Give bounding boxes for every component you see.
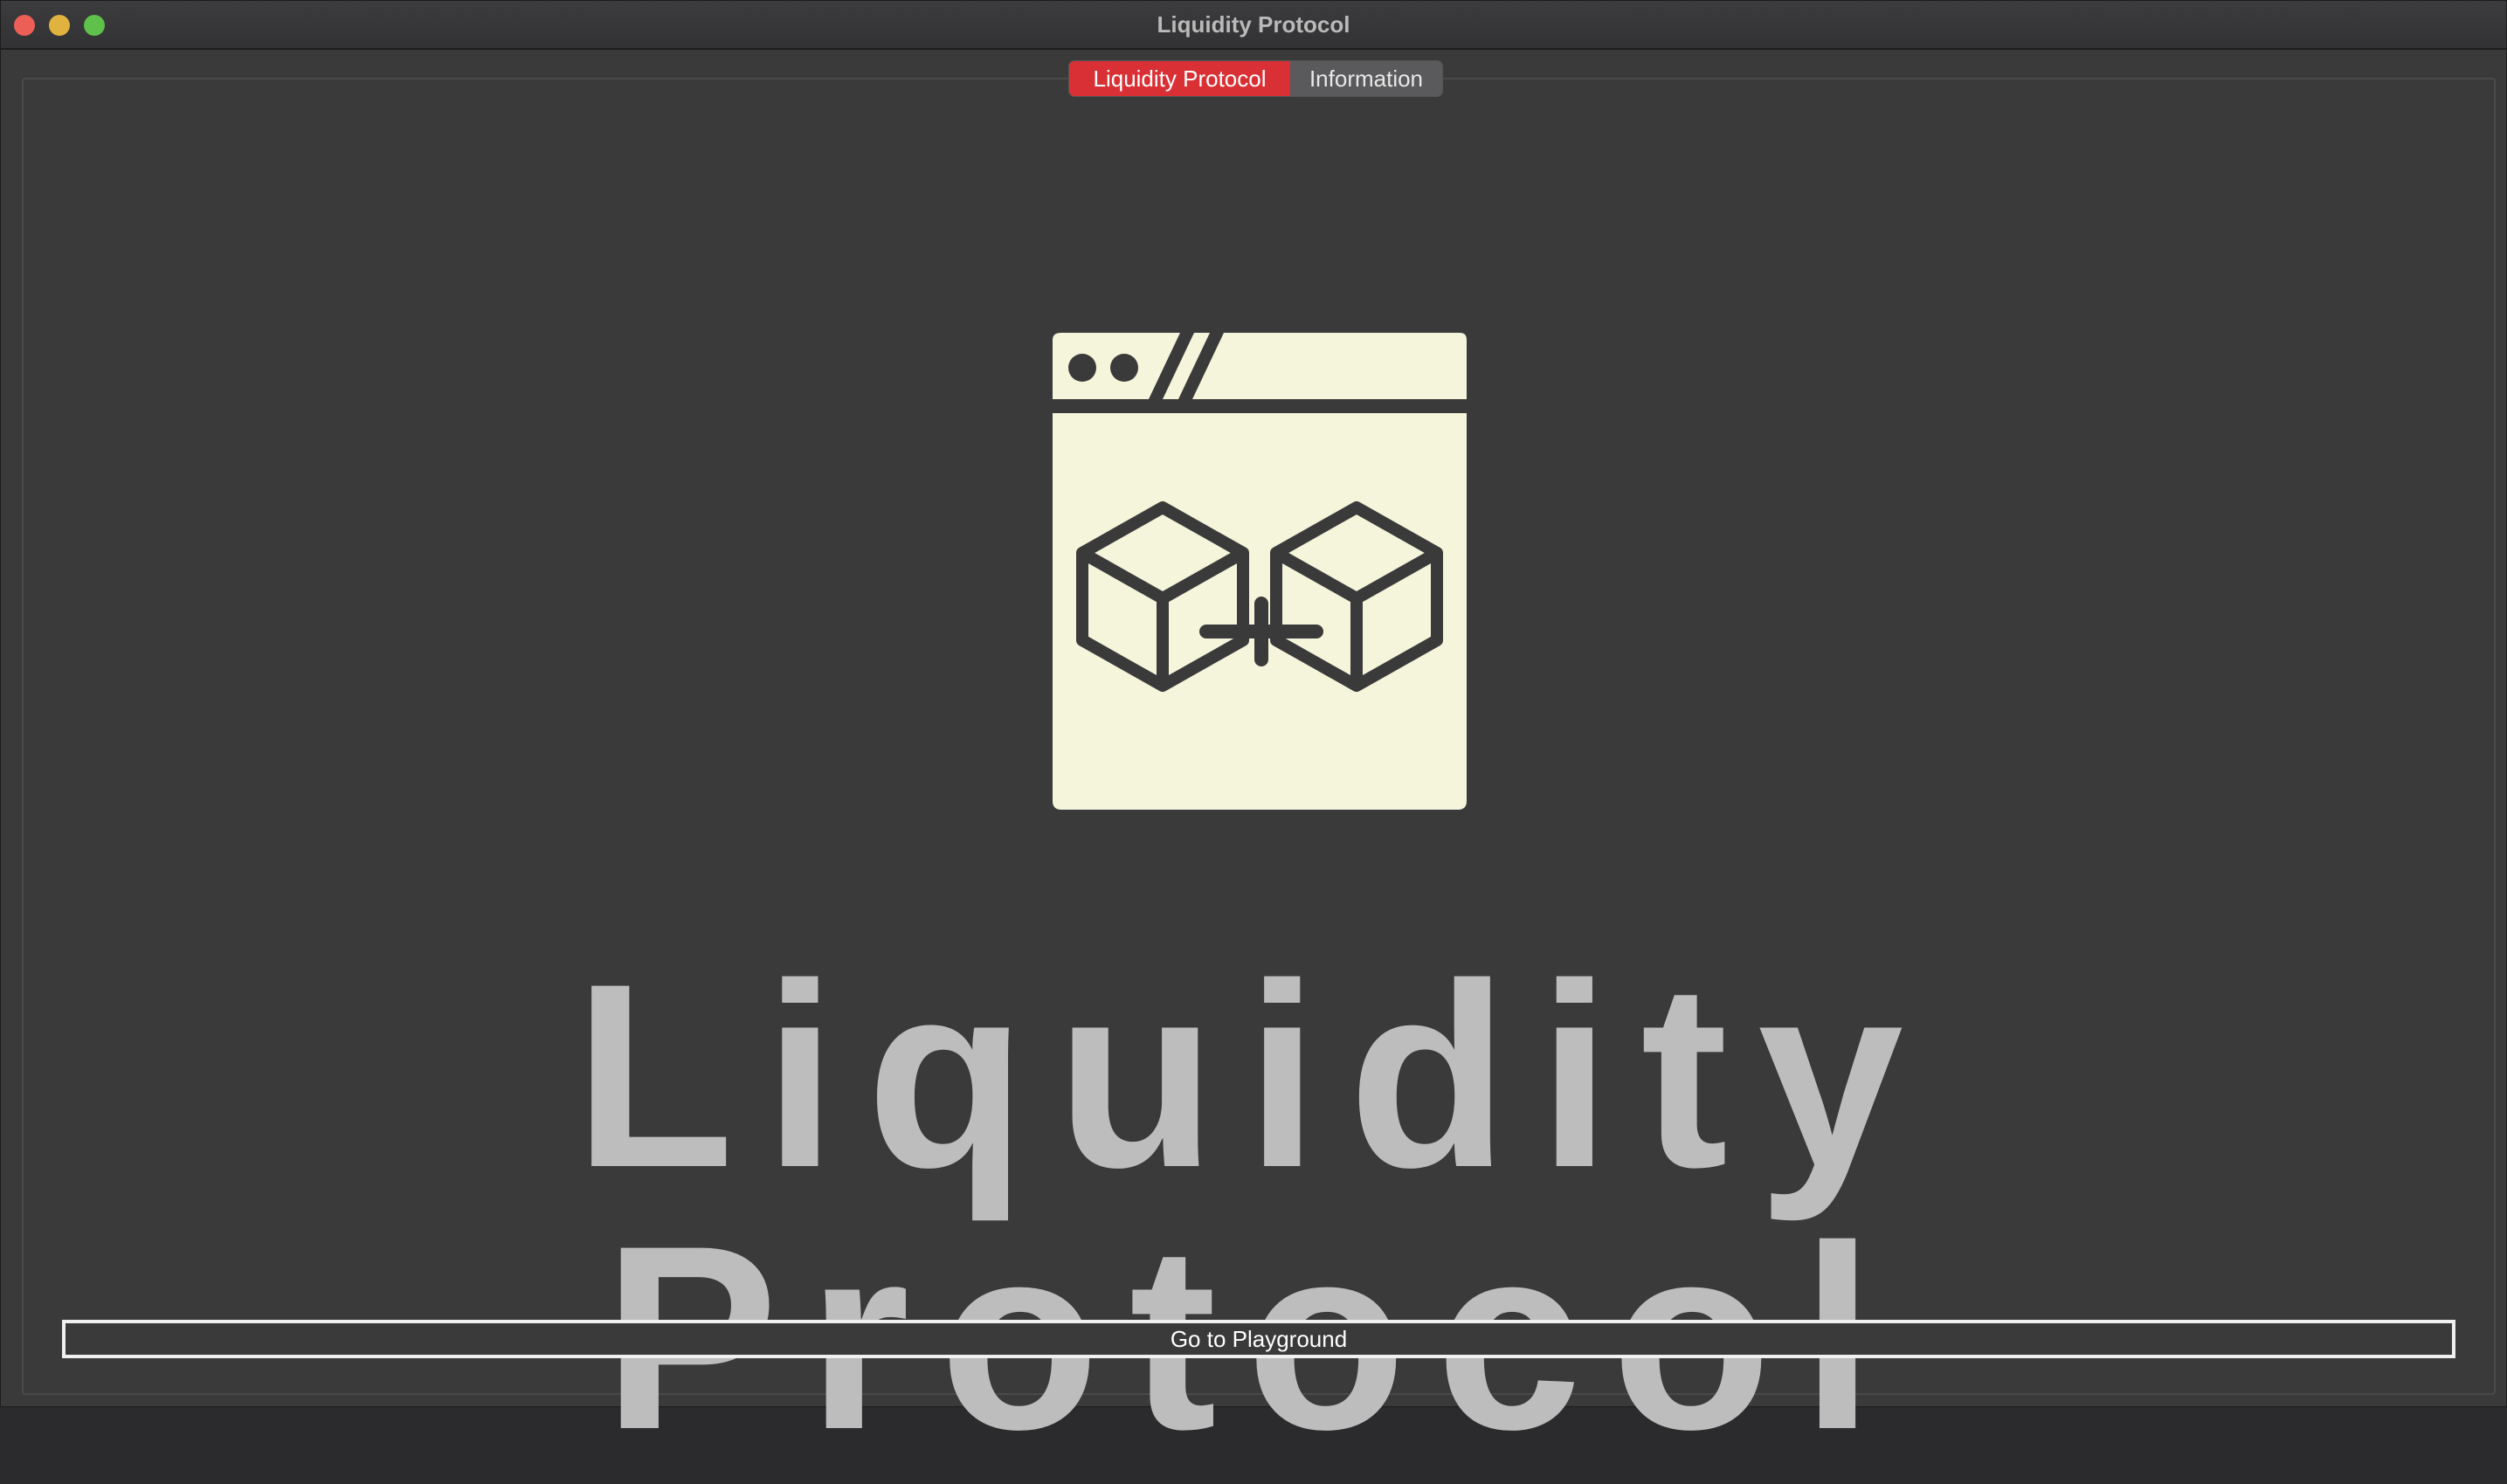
- hero-wordmark: Liquidity Protocol: [574, 928, 1933, 1484]
- go-to-playground-button[interactable]: Go to Playground: [62, 1320, 2455, 1358]
- tab-bar: Liquidity Protocol Information: [1068, 60, 1443, 97]
- tab-liquidity-protocol[interactable]: Liquidity Protocol: [1069, 61, 1290, 96]
- browser-window-linked-blocks-icon: [1053, 333, 1467, 810]
- title-bar[interactable]: Liquidity Protocol: [1, 1, 2506, 50]
- app-logo: [1049, 333, 1472, 811]
- app-window: Liquidity Protocol Liquidity Protocol In…: [0, 0, 2507, 1468]
- tab-information[interactable]: Information: [1290, 61, 1442, 96]
- window-title: Liquidity Protocol: [1157, 11, 1350, 38]
